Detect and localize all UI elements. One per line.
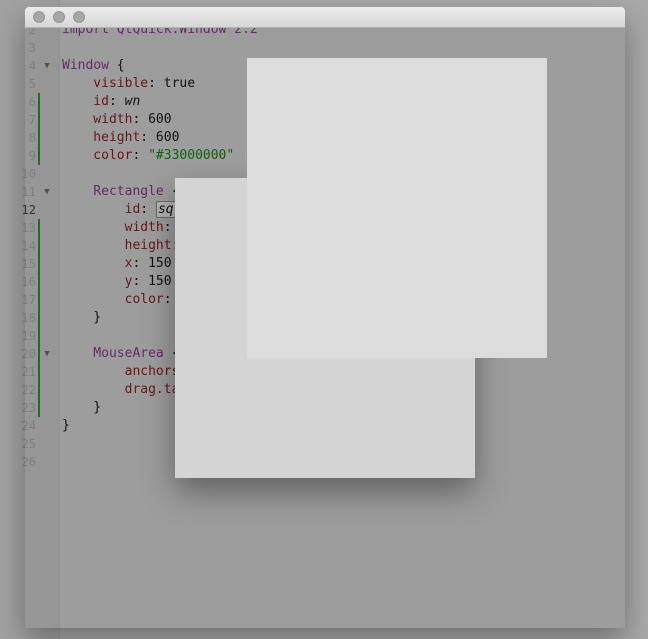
minimize-button[interactable] — [53, 11, 65, 23]
close-button[interactable] — [33, 11, 45, 23]
window-title-bar[interactable] — [25, 7, 625, 28]
zoom-button[interactable] — [73, 11, 85, 23]
overlay-panel — [247, 58, 547, 358]
